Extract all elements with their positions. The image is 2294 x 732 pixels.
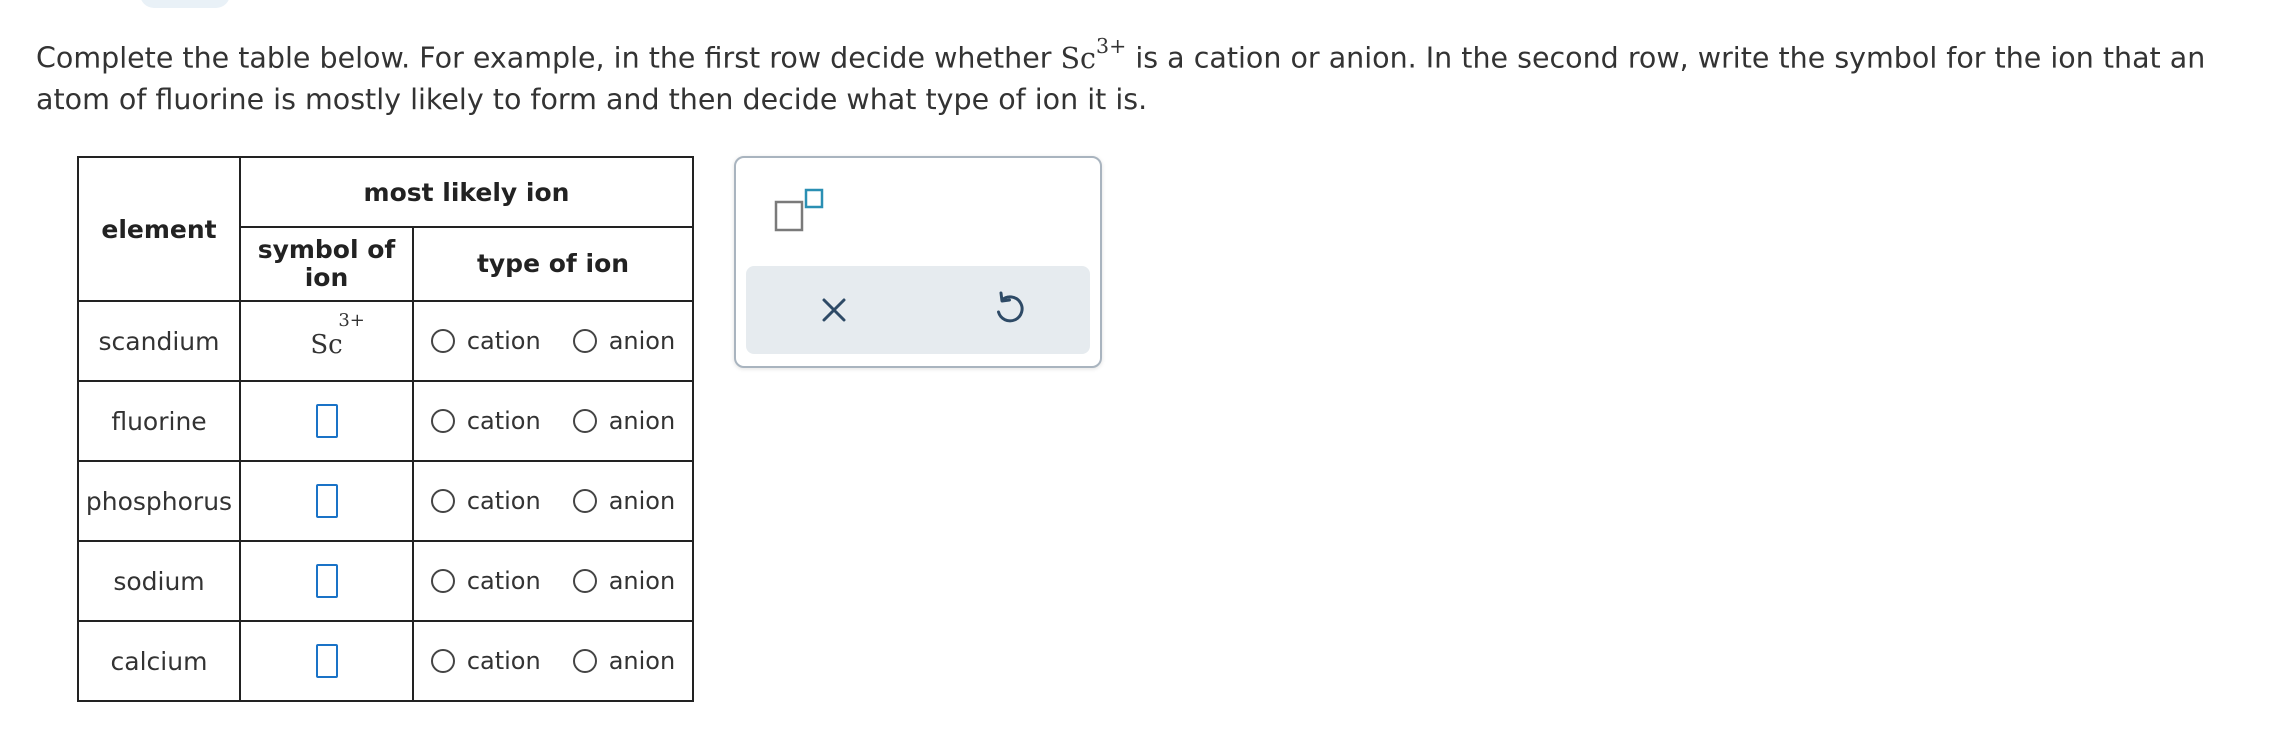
cation-option[interactable]: cation <box>430 647 541 675</box>
element-name: scandium <box>77 300 241 382</box>
x-icon[interactable] <box>816 292 852 328</box>
element-name: calcium <box>77 620 241 702</box>
table-row: scandium Sc 3+ cation anion <box>77 300 694 382</box>
cation-option[interactable]: cation <box>430 327 541 355</box>
ion-symbol-cell <box>239 460 414 542</box>
cation-option[interactable]: cation <box>430 487 541 515</box>
cation-radio[interactable] <box>430 649 455 673</box>
tool-actions-bar <box>746 266 1090 354</box>
ion-symbol: Sc 3+ <box>310 310 365 360</box>
question-prompt: Complete the table below. For example, i… <box>36 30 2266 120</box>
header-most-likely-ion: most likely ion <box>239 156 694 228</box>
ion-symbol-input[interactable] <box>315 404 338 438</box>
table-row: phosphorus cation anion <box>77 460 694 542</box>
anion-radio[interactable] <box>572 649 597 673</box>
header-type-of-ion: type of ion <box>412 226 694 302</box>
anion-option[interactable]: anion <box>572 327 675 355</box>
table-row: sodium cation anion <box>77 540 694 622</box>
anion-radio[interactable] <box>572 489 597 513</box>
cation-radio[interactable] <box>430 489 455 513</box>
ion-table: element most likely ion symbol of ion ty… <box>77 156 694 702</box>
table-row: fluorine cation anion <box>77 380 694 462</box>
ion-type-cell: cation anion <box>412 300 694 382</box>
ion-symbol-input[interactable] <box>315 484 338 518</box>
cation-radio[interactable] <box>430 569 455 593</box>
header-element: element <box>77 156 241 302</box>
ion-type-radio-group: cation anion <box>414 407 692 435</box>
undo-icon[interactable] <box>990 290 1028 328</box>
cation-radio[interactable] <box>430 409 455 433</box>
anion-option[interactable]: anion <box>572 407 675 435</box>
ion-symbol-input[interactable] <box>315 644 338 678</box>
top-tab-fragment <box>140 0 230 8</box>
ion-symbol-cell <box>239 540 414 622</box>
ion-type-radio-group: cation anion <box>414 567 692 595</box>
prompt-example-ion: Sc3+ <box>1060 33 1127 75</box>
anion-option[interactable]: anion <box>572 647 675 675</box>
ion-type-cell: cation anion <box>412 620 694 702</box>
element-name: sodium <box>77 540 241 622</box>
prompt-text-part1: Complete the table below. For example, i… <box>36 41 1061 75</box>
ion-symbol-cell <box>239 380 414 462</box>
anion-radio[interactable] <box>572 409 597 433</box>
ion-type-radio-group: cation anion <box>414 647 692 675</box>
superscript-box-icon[interactable] <box>774 188 824 232</box>
cation-option[interactable]: cation <box>430 407 541 435</box>
ion-symbol-cell <box>239 620 414 702</box>
ion-type-cell: cation anion <box>412 460 694 542</box>
ion-symbol-cell: Sc 3+ <box>239 300 414 382</box>
ion-type-radio-group: cation anion <box>414 487 692 515</box>
anion-option[interactable]: anion <box>572 567 675 595</box>
element-name: phosphorus <box>77 460 241 542</box>
cation-option[interactable]: cation <box>430 567 541 595</box>
anion-option[interactable]: anion <box>572 487 675 515</box>
header-symbol-of-ion: symbol of ion <box>239 226 414 302</box>
cation-radio[interactable] <box>430 329 455 353</box>
answer-tools-panel <box>734 156 1102 368</box>
anion-radio[interactable] <box>572 329 597 353</box>
ion-type-cell: cation anion <box>412 540 694 622</box>
ion-type-cell: cation anion <box>412 380 694 462</box>
table-row: calcium cation anion <box>77 620 694 702</box>
element-name: fluorine <box>77 380 241 462</box>
ion-type-radio-group: cation anion <box>414 327 692 355</box>
anion-radio[interactable] <box>572 569 597 593</box>
ion-symbol-input[interactable] <box>315 564 338 598</box>
